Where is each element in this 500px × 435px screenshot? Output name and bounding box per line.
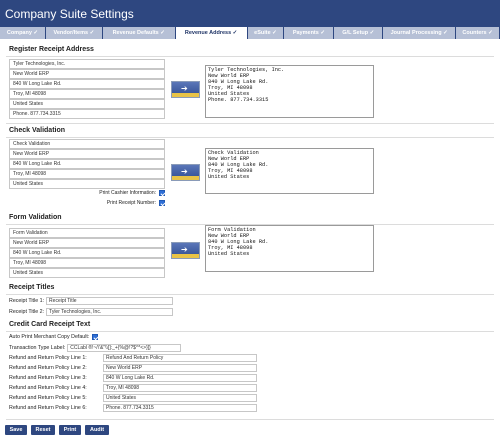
section-title-receipt-titles: Receipt Titles — [9, 284, 55, 291]
form-validation-line-2[interactable] — [9, 238, 165, 248]
tab-company[interactable]: Company ✓ — [0, 27, 45, 39]
form-validation-fields — [9, 228, 165, 278]
refund-policy-line-4-input[interactable] — [103, 384, 257, 392]
refund-policy-line-5-input[interactable] — [103, 394, 257, 402]
register-address-line-3[interactable] — [9, 79, 165, 89]
copy-button-strip — [172, 254, 199, 258]
check-validation-line-3[interactable] — [9, 159, 165, 169]
register-address-line-1[interactable] — [9, 59, 165, 69]
form-validation-line-5[interactable] — [9, 268, 165, 278]
arrow-right-icon: ➔ — [181, 84, 188, 93]
tab-journal-processing[interactable]: Journal Processing ✓ — [383, 27, 456, 39]
section-title-register-receipt: Register Receipt Address — [9, 46, 94, 53]
reset-button[interactable]: Reset — [31, 425, 55, 435]
receipt-title-1-row: Receipt Title 1: — [9, 297, 174, 305]
tab-gl-setup[interactable]: G/L Setup ✓ — [334, 27, 383, 39]
print-cashier-checkbox[interactable] — [159, 190, 165, 196]
print-receipt-label: Print Receipt Number: — [106, 200, 156, 206]
section-title-form-validation: Form Validation — [9, 214, 62, 221]
tab-esuite[interactable]: eSuite ✓ — [247, 27, 284, 39]
refund-policy-line-2-input[interactable] — [103, 364, 257, 372]
section-divider — [6, 56, 494, 57]
print-button[interactable]: Print — [59, 425, 81, 435]
refund-policy-row-4: Refund and Return Policy Line 4: — [9, 384, 257, 392]
form-validation-line-3[interactable] — [9, 248, 165, 258]
print-cashier-row: Print Cashier Information: — [99, 190, 165, 196]
receipt-title-2-label: Receipt Title 2: — [9, 309, 45, 315]
refund-policy-row-5: Refund and Return Policy Line 5: — [9, 394, 257, 402]
tab-payments[interactable]: Payments ✓ — [284, 27, 334, 39]
receipt-title-2-input[interactable] — [46, 308, 174, 316]
register-receipt-preview: Tyler Technologies, Inc. New World ERP 8… — [205, 65, 374, 118]
save-button[interactable]: Save — [5, 425, 27, 435]
refund-policy-line-1-label: Refund and Return Policy Line 1: — [9, 355, 87, 361]
section-divider — [6, 137, 494, 138]
refund-policy-row-1: Refund and Return Policy Line 1: — [9, 354, 257, 362]
register-address-line-2[interactable] — [9, 69, 165, 79]
refund-policy-line-6-label: Refund and Return Policy Line 6: — [9, 405, 87, 411]
refund-policy-line-4-label: Refund and Return Policy Line 4: — [9, 385, 87, 391]
copy-button-strip — [172, 176, 199, 180]
tab-revenue-defaults[interactable]: Revenue Defaults ✓ — [102, 27, 175, 39]
check-validation-line-2[interactable] — [9, 149, 165, 159]
section-divider — [6, 419, 494, 420]
tab-bar: Company ✓ Vendor/Items ✓ Revenue Default… — [0, 27, 500, 39]
refund-policy-row-6: Refund and Return Policy Line 6: — [9, 404, 257, 412]
audit-button[interactable]: Audit — [85, 425, 109, 435]
transaction-type-row: Transaction Type Label: — [9, 344, 182, 352]
window-title: Company Suite Settings — [0, 0, 500, 27]
section-divider — [6, 123, 494, 124]
action-bar: Save Reset Print Audit — [5, 425, 113, 435]
tab-counters[interactable]: Counters ✓ — [456, 27, 500, 39]
transaction-type-input[interactable] — [67, 344, 182, 352]
print-cashier-label: Print Cashier Information: — [99, 190, 156, 196]
section-divider — [6, 294, 494, 295]
register-address-fields — [9, 59, 165, 119]
register-address-line-5[interactable] — [9, 99, 165, 109]
refund-policy-line-1-input[interactable] — [103, 354, 257, 362]
refund-policy-line-3-input[interactable] — [103, 374, 257, 382]
arrow-right-icon: ➔ — [181, 245, 188, 254]
form-validation-line-4[interactable] — [9, 258, 165, 268]
print-receipt-checkbox[interactable] — [159, 200, 165, 206]
check-validation-line-5[interactable] — [9, 179, 165, 189]
section-divider — [6, 331, 494, 332]
section-title-check-validation: Check Validation — [9, 127, 66, 134]
receipt-title-1-label: Receipt Title 1: — [9, 298, 45, 304]
copy-form-validation-button[interactable]: ➔ — [171, 242, 200, 259]
section-title-credit-card-receipt: Credit Card Receipt Text — [9, 321, 91, 328]
check-validation-line-4[interactable] — [9, 169, 165, 179]
auto-print-label: Auto Print Merchant Copy Default: — [9, 334, 90, 340]
refund-policy-line-5-label: Refund and Return Policy Line 5: — [9, 395, 87, 401]
print-receipt-row: Print Receipt Number: — [107, 200, 165, 206]
arrow-right-icon: ➔ — [181, 167, 188, 176]
auto-print-checkbox[interactable] — [92, 334, 99, 340]
form-validation-preview: Form Validation New World ERP 840 W Long… — [205, 225, 374, 272]
check-validation-line-1[interactable] — [9, 139, 165, 149]
refund-policy-line-6-input[interactable] — [103, 404, 257, 412]
register-address-line-4[interactable] — [9, 89, 165, 99]
receipt-title-1-input[interactable] — [46, 297, 174, 305]
copy-check-validation-button[interactable]: ➔ — [171, 164, 200, 181]
refund-policy-row-2: Refund and Return Policy Line 2: — [9, 364, 257, 372]
refund-policy-line-3-label: Refund and Return Policy Line 3: — [9, 375, 87, 381]
form-validation-line-1[interactable] — [9, 228, 165, 238]
check-validation-preview: Check Validation New World ERP 840 W Lon… — [205, 148, 374, 194]
receipt-title-2-row: Receipt Title 2: — [9, 308, 174, 316]
refund-policy-line-2-label: Refund and Return Policy Line 2: — [9, 365, 87, 371]
tab-revenue-address[interactable]: Revenue Address ✓ — [175, 27, 247, 39]
copy-button-strip — [172, 93, 199, 97]
register-address-line-6[interactable] — [9, 109, 165, 119]
transaction-type-label: Transaction Type Label: — [9, 345, 66, 351]
refund-policy-row-3: Refund and Return Policy Line 3: — [9, 374, 257, 382]
copy-register-address-button[interactable]: ➔ — [171, 81, 200, 98]
auto-print-row: Auto Print Merchant Copy Default: — [9, 334, 99, 340]
tab-vendor-items[interactable]: Vendor/Items ✓ — [45, 27, 102, 39]
check-validation-fields — [9, 139, 165, 189]
